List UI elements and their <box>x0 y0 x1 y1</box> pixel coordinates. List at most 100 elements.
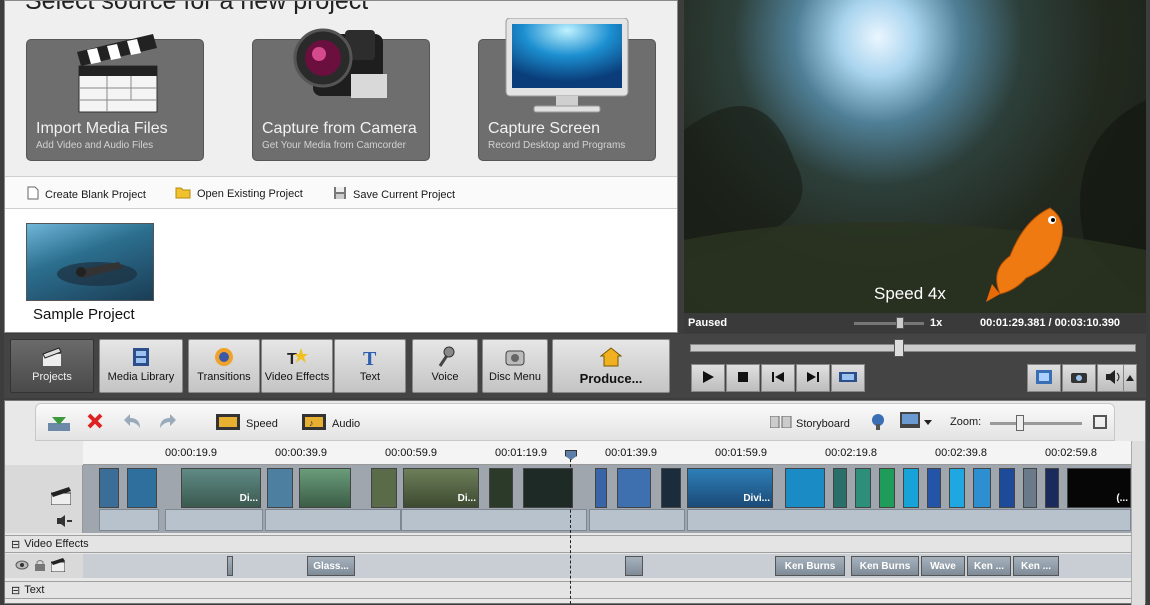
effect-clip[interactable]: Glass... <box>307 556 355 576</box>
tab-video-effects[interactable]: T Video Effects <box>261 339 333 393</box>
import-media-card[interactable]: Import Media Files Add Video and Audio F… <box>26 34 204 161</box>
zoom-slider-track[interactable] <box>990 422 1082 425</box>
capture-camera-card[interactable]: Capture from Camera Get Your Media from … <box>252 28 430 161</box>
card-title: Capture from Camera <box>262 120 417 137</box>
preview-status-bar: Paused 1x 00:01:29.381 / 00:03:10.390 <box>684 313 1146 333</box>
effect-clip[interactable]: Wave <box>921 556 965 576</box>
save-current-project-link[interactable]: Save Current Project <box>333 186 455 203</box>
audio-strip[interactable] <box>687 509 1131 531</box>
tab-label: Video Effects <box>264 371 330 383</box>
video-clip[interactable] <box>973 468 991 508</box>
tab-voice[interactable]: Voice <box>412 339 478 393</box>
fullscreen-button[interactable] <box>831 364 865 392</box>
speed-slider-track[interactable] <box>854 322 924 325</box>
video-clip[interactable] <box>833 468 847 508</box>
time-ruler[interactable]: 00:00:19.9 00:00:39.9 00:00:59.9 00:01:1… <box>83 441 1131 465</box>
video-clip[interactable] <box>267 468 293 508</box>
audio-strip[interactable] <box>589 509 685 531</box>
eye-icon[interactable] <box>15 560 29 573</box>
video-effects-track[interactable]: Glass... Ken Burns Ken Burns Wave Ken ..… <box>83 554 1131 578</box>
tab-projects[interactable]: Projects <box>10 339 94 393</box>
next-button[interactable] <box>796 364 830 392</box>
zoom-slider-thumb[interactable] <box>1016 415 1024 431</box>
video-clip[interactable]: Di... <box>403 468 479 508</box>
effect-marker[interactable] <box>227 556 233 576</box>
tab-text[interactable]: T Text <box>334 339 406 393</box>
timeline-area: Speed ♪ Audio Storyboard Zoom: 00:00:19.… <box>4 400 1146 605</box>
audio-strip[interactable] <box>165 509 263 531</box>
audio-strip[interactable] <box>99 509 159 531</box>
lock-icon[interactable] <box>35 559 45 574</box>
fit-timeline-icon[interactable] <box>1092 414 1108 433</box>
download-icon[interactable] <box>48 413 70 434</box>
storyboard-toggle[interactable]: Storyboard <box>769 415 850 431</box>
camera-icon <box>1071 370 1087 386</box>
monitor-icon <box>504 17 630 114</box>
video-clip[interactable] <box>489 468 513 508</box>
text-section-header[interactable]: ⊟ Text <box>5 581 1131 599</box>
seek-thumb[interactable] <box>894 339 904 357</box>
audio-strip[interactable] <box>401 509 587 531</box>
audio-button[interactable]: ♪ Audio <box>302 414 360 433</box>
voice-record-icon[interactable] <box>868 412 890 435</box>
video-clip[interactable] <box>1023 468 1037 508</box>
open-existing-project-link[interactable]: Open Existing Project <box>175 186 303 202</box>
mute-speaker-icon[interactable] <box>57 515 73 530</box>
video-clip[interactable] <box>523 468 573 508</box>
delete-icon[interactable] <box>86 412 104 433</box>
collapse-icon[interactable]: ⊟ <box>11 584 20 597</box>
produce-button[interactable]: Produce... <box>552 339 670 393</box>
video-clip[interactable] <box>903 468 919 508</box>
previous-button[interactable] <box>761 364 795 392</box>
video-clip[interactable] <box>999 468 1015 508</box>
svg-text:T: T <box>363 348 377 368</box>
video-clip[interactable] <box>879 468 895 508</box>
video-clip[interactable] <box>949 468 965 508</box>
display-mode-icon[interactable] <box>900 412 932 435</box>
volume-menu-button[interactable] <box>1123 364 1137 392</box>
effect-clip[interactable]: Ken Burns <box>851 556 919 576</box>
fit-window-button[interactable] <box>1027 364 1061 392</box>
redo-icon[interactable] <box>156 412 178 433</box>
video-clip[interactable] <box>617 468 651 508</box>
video-track[interactable]: Di... Di... Divi... (... <box>83 465 1131 533</box>
tab-disc-menu[interactable]: Disc Menu <box>482 339 548 393</box>
stop-button[interactable] <box>726 364 760 392</box>
video-clip[interactable]: Di... <box>181 468 261 508</box>
video-clip[interactable] <box>99 468 119 508</box>
skip-forward-icon <box>807 371 819 385</box>
video-clip[interactable] <box>299 468 351 508</box>
collapse-icon[interactable]: ⊟ <box>11 538 20 551</box>
video-clip[interactable] <box>127 468 157 508</box>
undo-icon[interactable] <box>122 412 144 433</box>
video-clip[interactable] <box>1045 468 1059 508</box>
video-clip[interactable] <box>855 468 871 508</box>
speed-slider-thumb[interactable] <box>896 317 904 329</box>
tab-media-library[interactable]: Media Library <box>99 339 183 393</box>
video-clip[interactable]: Divi... <box>687 468 773 508</box>
effect-clip[interactable]: Ken Burns <box>775 556 845 576</box>
video-clip[interactable] <box>785 468 825 508</box>
play-button[interactable] <box>691 364 725 392</box>
sample-project-thumbnail[interactable] <box>26 223 154 301</box>
floppy-icon <box>333 186 347 203</box>
speed-button[interactable]: Speed <box>216 414 278 433</box>
effect-clip[interactable]: Ken ... <box>967 556 1011 576</box>
video-clip[interactable] <box>595 468 607 508</box>
preview-frame[interactable]: Speed 4x <box>684 0 1146 313</box>
create-blank-project-link[interactable]: Create Blank Project <box>27 186 146 203</box>
video-clip[interactable] <box>371 468 397 508</box>
video-clip[interactable] <box>661 468 681 508</box>
tab-label: Voice <box>431 371 459 383</box>
snapshot-button[interactable] <box>1062 364 1096 392</box>
seek-bar[interactable] <box>690 344 1136 352</box>
tab-transitions[interactable]: Transitions <box>188 339 260 393</box>
video-effects-section-header[interactable]: ⊟ Video Effects <box>5 535 1131 553</box>
video-clip[interactable]: (... <box>1067 468 1131 508</box>
effect-marker[interactable] <box>625 556 643 576</box>
capture-screen-card[interactable]: Capture Screen Record Desktop and Progra… <box>478 17 656 161</box>
timeline-scrollbar[interactable] <box>1131 441 1145 605</box>
audio-strip[interactable] <box>265 509 401 531</box>
video-clip[interactable] <box>927 468 941 508</box>
effect-clip[interactable]: Ken ... <box>1013 556 1059 576</box>
